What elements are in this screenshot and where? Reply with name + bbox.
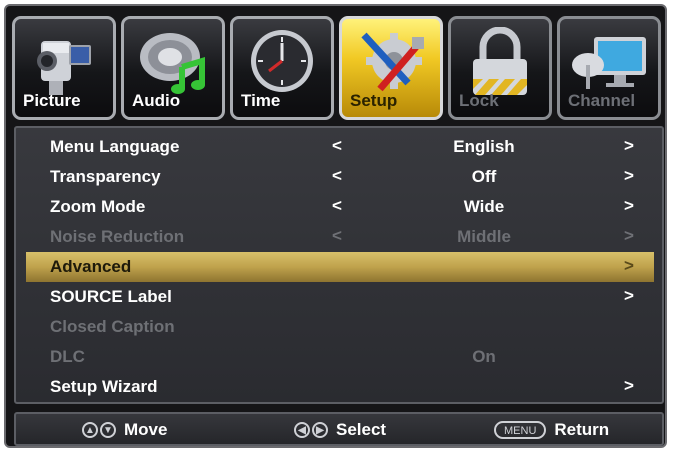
menu-item-zoom-mode[interactable]: Zoom Mode < Wide > <box>26 192 654 222</box>
padlock-icon <box>473 27 527 95</box>
clock-icon <box>251 30 313 92</box>
key-hint-bar: ▲ ▼ Move ◀ ▶ Select MENU Return <box>14 412 664 446</box>
menu-item-setup-wizard[interactable]: Setup Wizard > <box>26 372 654 402</box>
speaker-music-icon <box>140 33 205 94</box>
menu-item-label: Noise Reduction <box>50 227 185 246</box>
tab-channel[interactable]: Channel <box>557 16 661 120</box>
return-hint: MENU Return <box>494 420 609 440</box>
select-hint-label: Select <box>336 420 387 439</box>
tv-osd-menu: Picture Audio Time Setup Lock Channel Me… <box>4 4 667 448</box>
menu-item-label: DLC <box>50 347 85 366</box>
camcorder-icon <box>37 41 91 95</box>
menu-item-label: Setup Wizard <box>50 377 158 396</box>
menu-item-advanced[interactable]: Advanced > <box>26 252 654 282</box>
tab-setup[interactable]: Setup <box>339 16 443 120</box>
move-hint: ▲ ▼ Move <box>82 420 167 440</box>
menu-item-value: Wide <box>463 197 505 216</box>
left-arrow-icon[interactable]: < <box>332 136 342 156</box>
tab-label: Audio <box>132 91 181 110</box>
setup-menu-list: Menu Language < English > Transparency <… <box>14 126 664 404</box>
menu-item-label: Closed Caption <box>50 317 175 336</box>
right-arrow-icon[interactable]: > <box>624 196 634 216</box>
tab-label: Picture <box>23 91 81 110</box>
menu-item-label: Transparency <box>50 167 161 186</box>
menu-item-value: English <box>453 137 515 156</box>
menu-item-transparency[interactable]: Transparency < Off > <box>26 162 654 192</box>
right-arrow-icon[interactable]: > <box>624 286 634 306</box>
select-hint: ◀ ▶ Select <box>294 420 386 440</box>
menu-item-value: On <box>472 347 496 366</box>
menu-item-label: Advanced <box>50 257 132 276</box>
tab-label: Time <box>241 91 281 110</box>
tab-lock[interactable]: Lock <box>448 16 552 120</box>
move-hint-label: Move <box>124 420 168 439</box>
satellite-monitor-icon <box>572 37 646 89</box>
tab-picture[interactable]: Picture <box>12 16 116 120</box>
right-arrow-icon[interactable]: > <box>624 166 634 186</box>
right-arrow-icon[interactable]: > <box>624 136 634 156</box>
right-arrow-icon[interactable]: > <box>624 256 634 276</box>
menu-item-closed-caption: Closed Caption <box>26 312 654 342</box>
tab-label: Setup <box>350 91 398 110</box>
menu-item-noise-reduction: Noise Reduction < Middle > <box>26 222 654 252</box>
left-right-keys-icon: ◀ ▶ <box>294 422 328 438</box>
menu-item-menu-language[interactable]: Menu Language < English > <box>26 132 654 162</box>
left-arrow-icon[interactable]: < <box>332 166 342 186</box>
tools-gear-icon <box>361 32 424 92</box>
right-arrow-icon: > <box>624 226 634 245</box>
menu-item-dlc: DLC On <box>26 342 654 372</box>
menu-item-value: Middle <box>457 227 511 246</box>
tab-label: Channel <box>568 91 636 110</box>
up-down-keys-icon: ▲ ▼ <box>82 422 116 438</box>
tab-audio[interactable]: Audio <box>121 16 225 120</box>
right-arrow-icon[interactable]: > <box>624 376 634 396</box>
left-arrow-icon: < <box>332 226 342 245</box>
tab-time[interactable]: Time <box>230 16 334 120</box>
tab-label: Lock <box>459 91 499 110</box>
menu-item-source-label[interactable]: SOURCE Label > <box>26 282 654 312</box>
menu-item-label: Menu Language <box>50 137 180 156</box>
menu-item-label: Zoom Mode <box>50 197 146 216</box>
menu-key-icon: MENU <box>494 421 547 439</box>
return-hint-label: Return <box>554 420 610 439</box>
left-arrow-icon[interactable]: < <box>332 196 342 216</box>
menu-item-label: SOURCE Label <box>50 287 172 306</box>
menu-item-value: Off <box>471 167 497 186</box>
